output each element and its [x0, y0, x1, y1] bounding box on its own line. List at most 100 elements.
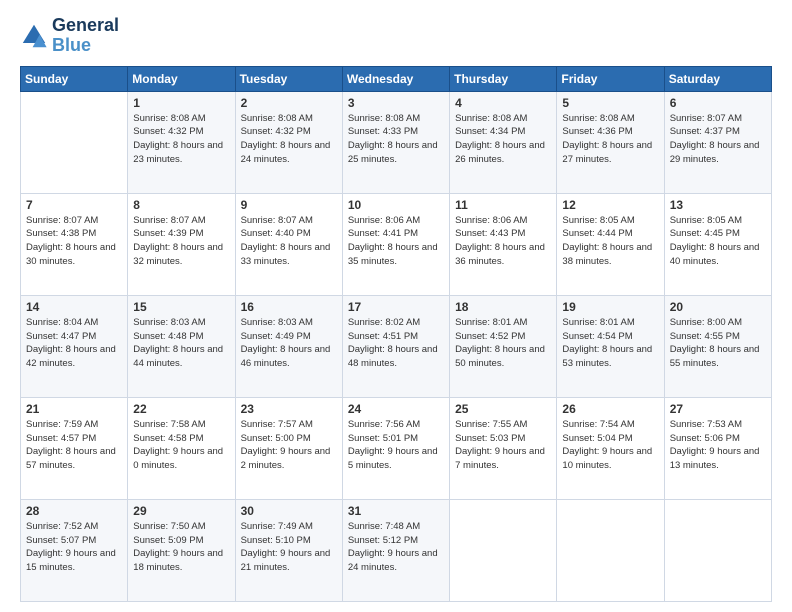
day-info: Sunrise: 8:06 AM Sunset: 4:43 PM Dayligh…	[455, 214, 551, 269]
calendar-cell: 24 Sunrise: 7:56 AM Sunset: 5:01 PM Dayli…	[342, 397, 449, 499]
calendar-cell: 8 Sunrise: 8:07 AM Sunset: 4:39 PM Daylig…	[128, 193, 235, 295]
weekday-header-wednesday: Wednesday	[342, 66, 449, 91]
calendar-cell: 16Sunrise: 8:03 AM Sunset: 4:49 PM Dayli…	[235, 295, 342, 397]
calendar-cell: 2 Sunrise: 8:08 AM Sunset: 4:32 PM Daylig…	[235, 91, 342, 193]
day-number: 26	[562, 402, 658, 416]
day-number: 7	[26, 198, 122, 212]
logo-text: General Blue	[52, 16, 119, 56]
calendar-cell: 17 Sunrise: 8:02 AM Sunset: 4:51 PM Dayli…	[342, 295, 449, 397]
calendar-cell: 1 Sunrise: 8:08 AM Sunset: 4:32 PM Daylig…	[128, 91, 235, 193]
day-info: Sunrise: 7:59 AM Sunset: 4:57 PM Dayligh…	[26, 418, 122, 473]
day-info: Sunrise: 8:04 AM Sunset: 4:47 PM Dayligh…	[26, 316, 122, 371]
day-info: Sunrise: 8:01 AM Sunset: 4:54 PM Dayligh…	[562, 316, 658, 371]
calendar-cell: 4 Sunrise: 8:08 AM Sunset: 4:34 PM Daylig…	[450, 91, 557, 193]
day-info: Sunrise: 8:02 AM Sunset: 4:51 PM Dayligh…	[348, 316, 444, 371]
day-info: Sunrise: 8:08 AM Sunset: 4:32 PM Dayligh…	[133, 112, 229, 167]
day-info: Sunrise: 7:48 AM Sunset: 5:12 PM Dayligh…	[348, 520, 444, 575]
day-info: Sunrise: 7:53 AM Sunset: 5:06 PM Dayligh…	[670, 418, 766, 473]
day-info: Sunrise: 8:05 AM Sunset: 4:45 PM Dayligh…	[670, 214, 766, 269]
day-number: 3	[348, 96, 444, 110]
day-number: 17	[348, 300, 444, 314]
day-info: Sunrise: 8:01 AM Sunset: 4:52 PM Dayligh…	[455, 316, 551, 371]
day-number: 24	[348, 402, 444, 416]
calendar-cell: 14 Sunrise: 8:04 AM Sunset: 4:47 PM Dayli…	[21, 295, 128, 397]
calendar-week-2: 14 Sunrise: 8:04 AM Sunset: 4:47 PM Dayli…	[21, 295, 772, 397]
day-info: Sunrise: 8:07 AM Sunset: 4:38 PM Dayligh…	[26, 214, 122, 269]
day-info: Sunrise: 8:08 AM Sunset: 4:33 PM Dayligh…	[348, 112, 444, 167]
calendar-cell: 7 Sunrise: 8:07 AM Sunset: 4:38 PM Daylig…	[21, 193, 128, 295]
day-info: Sunrise: 8:07 AM Sunset: 4:40 PM Dayligh…	[241, 214, 337, 269]
day-number: 11	[455, 198, 551, 212]
day-number: 20	[670, 300, 766, 314]
day-info: Sunrise: 8:08 AM Sunset: 4:34 PM Dayligh…	[455, 112, 551, 167]
day-info: Sunrise: 8:00 AM Sunset: 4:55 PM Dayligh…	[670, 316, 766, 371]
weekday-header-saturday: Saturday	[664, 66, 771, 91]
calendar-cell	[21, 91, 128, 193]
day-info: Sunrise: 8:07 AM Sunset: 4:39 PM Dayligh…	[133, 214, 229, 269]
day-info: Sunrise: 7:50 AM Sunset: 5:09 PM Dayligh…	[133, 520, 229, 575]
day-info: Sunrise: 8:03 AM Sunset: 4:49 PM Dayligh…	[241, 316, 337, 371]
day-info: Sunrise: 7:55 AM Sunset: 5:03 PM Dayligh…	[455, 418, 551, 473]
day-number: 8	[133, 198, 229, 212]
day-number: 14	[26, 300, 122, 314]
calendar-header: SundayMondayTuesdayWednesdayThursdayFrid…	[21, 66, 772, 91]
day-number: 1	[133, 96, 229, 110]
day-info: Sunrise: 8:06 AM Sunset: 4:41 PM Dayligh…	[348, 214, 444, 269]
calendar-table: SundayMondayTuesdayWednesdayThursdayFrid…	[20, 66, 772, 602]
day-number: 21	[26, 402, 122, 416]
day-info: Sunrise: 7:58 AM Sunset: 4:58 PM Dayligh…	[133, 418, 229, 473]
calendar-cell: 9 Sunrise: 8:07 AM Sunset: 4:40 PM Daylig…	[235, 193, 342, 295]
calendar-cell	[664, 499, 771, 601]
day-number: 29	[133, 504, 229, 518]
day-info: Sunrise: 7:57 AM Sunset: 5:00 PM Dayligh…	[241, 418, 337, 473]
calendar-cell: 20 Sunrise: 8:00 AM Sunset: 4:55 PM Dayli…	[664, 295, 771, 397]
day-info: Sunrise: 7:56 AM Sunset: 5:01 PM Dayligh…	[348, 418, 444, 473]
day-number: 18	[455, 300, 551, 314]
calendar-cell: 18 Sunrise: 8:01 AM Sunset: 4:52 PM Dayli…	[450, 295, 557, 397]
calendar-cell	[557, 499, 664, 601]
day-number: 27	[670, 402, 766, 416]
day-info: Sunrise: 7:52 AM Sunset: 5:07 PM Dayligh…	[26, 520, 122, 575]
weekday-header-sunday: Sunday	[21, 66, 128, 91]
day-number: 4	[455, 96, 551, 110]
calendar-cell: 27 Sunrise: 7:53 AM Sunset: 5:06 PM Dayli…	[664, 397, 771, 499]
calendar-cell	[450, 499, 557, 601]
calendar-cell: 25 Sunrise: 7:55 AM Sunset: 5:03 PM Dayli…	[450, 397, 557, 499]
day-number: 30	[241, 504, 337, 518]
calendar-cell: 10 Sunrise: 8:06 AM Sunset: 4:41 PM Dayli…	[342, 193, 449, 295]
calendar-cell: 13 Sunrise: 8:05 AM Sunset: 4:45 PM Dayli…	[664, 193, 771, 295]
day-number: 31	[348, 504, 444, 518]
calendar-week-0: 1 Sunrise: 8:08 AM Sunset: 4:32 PM Daylig…	[21, 91, 772, 193]
day-info: Sunrise: 7:49 AM Sunset: 5:10 PM Dayligh…	[241, 520, 337, 575]
day-number: 25	[455, 402, 551, 416]
calendar-body: 1 Sunrise: 8:08 AM Sunset: 4:32 PM Daylig…	[21, 91, 772, 601]
day-number: 22	[133, 402, 229, 416]
day-info: Sunrise: 8:03 AM Sunset: 4:48 PM Dayligh…	[133, 316, 229, 371]
calendar-week-4: 28 Sunrise: 7:52 AM Sunset: 5:07 PM Dayli…	[21, 499, 772, 601]
calendar-week-3: 21 Sunrise: 7:59 AM Sunset: 4:57 PM Dayli…	[21, 397, 772, 499]
calendar-cell: 12Sunrise: 8:05 AM Sunset: 4:44 PM Dayli…	[557, 193, 664, 295]
day-number: 2	[241, 96, 337, 110]
logo: General Blue	[20, 16, 119, 56]
calendar-cell: 5Sunrise: 8:08 AM Sunset: 4:36 PM Daylig…	[557, 91, 664, 193]
weekday-header-monday: Monday	[128, 66, 235, 91]
day-number: 9	[241, 198, 337, 212]
calendar-cell: 15 Sunrise: 8:03 AM Sunset: 4:48 PM Dayli…	[128, 295, 235, 397]
day-number: 10	[348, 198, 444, 212]
day-info: Sunrise: 8:08 AM Sunset: 4:32 PM Dayligh…	[241, 112, 337, 167]
calendar-cell: 19 Sunrise: 8:01 AM Sunset: 4:54 PM Dayli…	[557, 295, 664, 397]
calendar-cell: 30 Sunrise: 7:49 AM Sunset: 5:10 PM Dayli…	[235, 499, 342, 601]
calendar-cell: 28 Sunrise: 7:52 AM Sunset: 5:07 PM Dayli…	[21, 499, 128, 601]
day-info: Sunrise: 8:07 AM Sunset: 4:37 PM Dayligh…	[670, 112, 766, 167]
day-number: 5	[562, 96, 658, 110]
calendar-cell: 22 Sunrise: 7:58 AM Sunset: 4:58 PM Dayli…	[128, 397, 235, 499]
day-number: 19	[562, 300, 658, 314]
calendar-week-1: 7 Sunrise: 8:07 AM Sunset: 4:38 PM Daylig…	[21, 193, 772, 295]
calendar-cell: 6Sunrise: 8:07 AM Sunset: 4:37 PM Daylig…	[664, 91, 771, 193]
day-number: 12	[562, 198, 658, 212]
weekday-header-tuesday: Tuesday	[235, 66, 342, 91]
day-number: 28	[26, 504, 122, 518]
day-number: 13	[670, 198, 766, 212]
day-number: 15	[133, 300, 229, 314]
day-info: Sunrise: 7:54 AM Sunset: 5:04 PM Dayligh…	[562, 418, 658, 473]
